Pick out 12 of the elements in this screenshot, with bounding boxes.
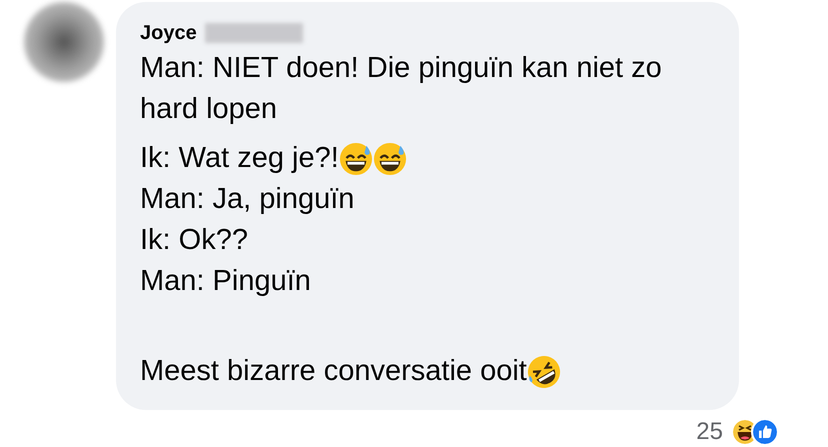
avatar[interactable]	[24, 2, 104, 82]
reaction-count[interactable]: 25	[696, 414, 723, 447]
comment-text: Man: Pinguïn	[140, 264, 311, 299]
comment-text: Man: NIET doen! Die pinguïn kan niet zo hard lopen	[140, 51, 663, 127]
rolling-laughing-emoji-icon	[526, 354, 561, 388]
grinning-sweat-emoji-icon	[338, 142, 373, 176]
comment-text: Man: Ja, pinguïn	[140, 182, 354, 217]
grinning-sweat-emoji-icon	[372, 142, 407, 176]
comment-text: Meest bizarre conversatie ooit	[140, 354, 527, 389]
author-name[interactable]: Joyce	[140, 18, 197, 48]
comment-text: Ik: Ok??	[140, 223, 248, 258]
comment-text: Ik: Wat zeg je?!	[140, 141, 339, 176]
